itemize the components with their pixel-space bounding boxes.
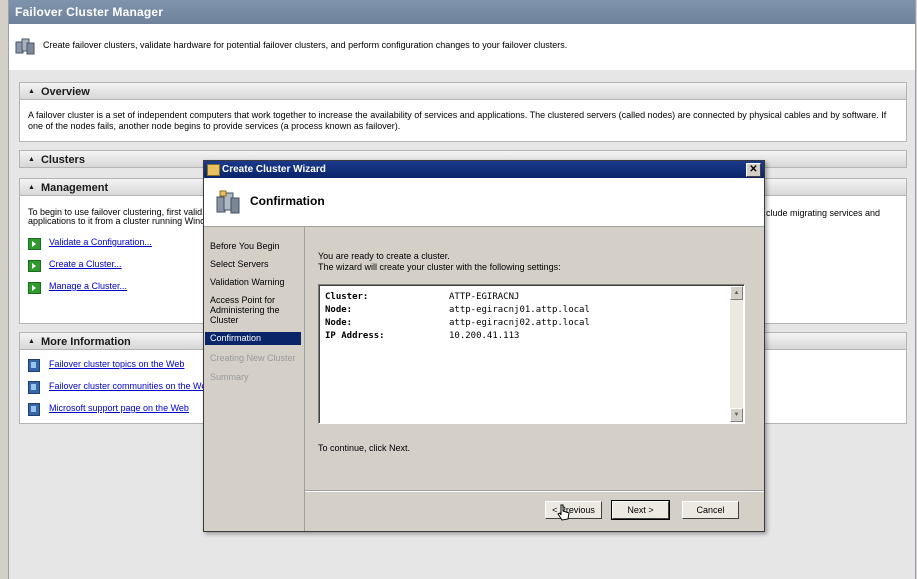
previous-button[interactable]: < Previous (545, 501, 602, 519)
management-text-right: clude migrating services and (766, 208, 881, 218)
mouse-pointer-icon (557, 504, 570, 521)
footer-divider (305, 490, 764, 491)
app-description-panel: Create failover clusters, validate hardw… (9, 24, 915, 70)
cluster-servers-icon (15, 38, 35, 55)
collapse-arrow-icon: ▲ (28, 184, 35, 191)
settings-value: ATTP-EGIRACNJ (449, 292, 520, 302)
vertical-scrollbar[interactable]: ▲ ▼ (730, 286, 743, 422)
validate-configuration-link[interactable]: Validate a Configuration... (49, 237, 152, 247)
settings-value: attp-egiracnj01.attp.local (449, 305, 590, 315)
wizard-page-title: Confirmation (250, 194, 325, 208)
wizard-icon (207, 164, 220, 176)
web-page-icon (28, 359, 40, 372)
continue-message: To continue, click Next. (318, 443, 411, 453)
step-summary: Summary (210, 372, 249, 382)
more-information-title: More Information (40, 336, 131, 348)
ready-message: You are ready to create a cluster. The w… (318, 251, 561, 273)
manage-cluster-link[interactable]: Manage a Cluster... (49, 281, 127, 291)
create-cluster-wizard-dialog: Create Cluster Wizard ✕ Confirmation Bef… (203, 160, 765, 532)
collapse-arrow-icon: ▲ (28, 338, 35, 345)
settings-textbox[interactable]: Cluster: ATTP-EGIRACNJ Node: attp-egiracnj… (318, 284, 745, 424)
collapse-arrow-icon: ▲ (28, 156, 35, 163)
web-page-icon (28, 381, 40, 394)
step-validation-warning: Validation Warning (210, 277, 285, 287)
green-arrow-icon (28, 238, 41, 250)
wizard-title-bar[interactable]: Create Cluster Wizard ✕ (204, 161, 764, 178)
scroll-up-icon[interactable]: ▲ (730, 286, 743, 300)
microsoft-support-link[interactable]: Microsoft support page on the Web (49, 403, 189, 413)
management-title: Management (40, 182, 109, 194)
scroll-down-icon[interactable]: ▼ (730, 408, 743, 422)
cluster-topics-link[interactable]: Failover cluster topics on the Web (49, 359, 184, 369)
step-before-you-begin: Before You Begin (210, 241, 280, 251)
cluster-communities-link[interactable]: Failover cluster communities on the We (49, 381, 206, 391)
cluster-servers-icon (216, 190, 240, 214)
settings-key: Node: (325, 305, 353, 315)
app-description: Create failover clusters, validate hardw… (43, 40, 568, 50)
wizard-header: Confirmation (204, 178, 764, 227)
step-select-servers: Select Servers (210, 259, 269, 269)
overview-title: Overview (40, 86, 90, 98)
create-cluster-link[interactable]: Create a Cluster... (49, 259, 122, 269)
settings-value: 10.200.41.113 (449, 331, 520, 341)
cancel-button[interactable]: Cancel (682, 501, 739, 519)
settings-key: IP Address: (325, 331, 385, 341)
overview-text: A failover cluster is a set of independe… (28, 110, 887, 131)
next-button[interactable]: Next > (611, 500, 670, 520)
management-text-line: applications to it from a cluster runnin… (28, 216, 205, 226)
overview-section-header[interactable]: ▲ Overview (19, 82, 907, 100)
settings-key: Node: (325, 318, 353, 328)
wizard-main-pane: You are ready to create a cluster. The w… (305, 227, 764, 531)
step-creating-new-cluster: Creating New Cluster (210, 353, 296, 363)
close-icon[interactable]: ✕ (746, 163, 761, 177)
step-confirmation: Confirmation (205, 332, 301, 345)
management-text: To begin to use failover clustering, fir… (28, 208, 205, 226)
settings-row: Node: attp-egiracnj02.attp.local (325, 317, 590, 330)
settings-value: attp-egiracnj02.attp.local (449, 318, 590, 328)
wizard-title: Create Cluster Wizard (222, 164, 326, 175)
settings-row: Node: attp-egiracnj01.attp.local (325, 304, 590, 317)
green-arrow-icon (28, 282, 41, 294)
green-arrow-icon (28, 260, 41, 272)
settings-table: Cluster: ATTP-EGIRACNJ Node: attp-egiracnj… (325, 291, 590, 343)
web-page-icon (28, 403, 40, 416)
settings-row: Cluster: ATTP-EGIRACNJ (325, 291, 590, 304)
ready-line: You are ready to create a cluster. (318, 251, 450, 261)
ready-line: The wizard will create your cluster with… (318, 262, 561, 272)
clusters-title: Clusters (40, 154, 85, 166)
app-title: Failover Cluster Manager (9, 0, 915, 24)
wizard-steps-pane: Before You Begin Select Servers Validati… (204, 227, 305, 531)
collapse-arrow-icon: ▲ (28, 88, 35, 95)
settings-row: IP Address: 10.200.41.113 (325, 330, 590, 343)
overview-body: A failover cluster is a set of independe… (19, 100, 907, 142)
settings-key: Cluster: (325, 292, 369, 302)
step-access-point: Access Point for Administering the Clust… (210, 295, 280, 325)
